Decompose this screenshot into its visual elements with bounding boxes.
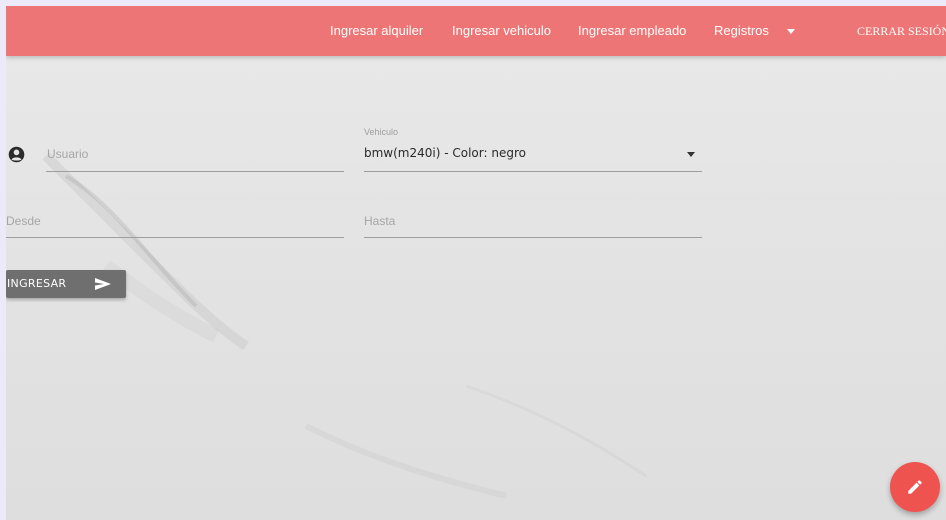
logout-link[interactable]: CERRAR SESIÓN <box>857 6 946 56</box>
nav-ingresar-alquiler[interactable]: Ingresar alquiler <box>330 6 423 56</box>
top-navbar: Ingresar alquiler Ingresar vehiculo Ingr… <box>6 6 946 56</box>
nav-registros[interactable]: Registros <box>714 6 769 56</box>
ingresar-button-label: INGRESAR <box>7 277 67 290</box>
nav-ingresar-vehiculo[interactable]: Ingresar vehiculo <box>452 6 551 56</box>
send-icon <box>95 278 111 290</box>
vehiculo-label: Vehiculo <box>364 127 399 137</box>
marble-background <box>42 152 647 499</box>
usuario-input[interactable]: Usuario <box>47 147 88 161</box>
app-frame: Ingresar alquiler Ingresar vehiculo Ingr… <box>6 6 946 520</box>
hasta-underline <box>364 237 702 238</box>
pencil-icon <box>908 480 922 494</box>
chevron-down-icon[interactable] <box>687 152 695 157</box>
desde-input[interactable]: Desde <box>6 214 41 228</box>
usuario-underline <box>46 171 344 172</box>
edit-fab-button[interactable] <box>890 462 940 512</box>
registros-chevron-down-icon[interactable] <box>787 29 795 34</box>
account-circle-icon <box>8 146 25 163</box>
hasta-input[interactable]: Hasta <box>364 214 395 228</box>
nav-ingresar-empleado[interactable]: Ingresar empleado <box>578 6 686 56</box>
vehiculo-select[interactable]: bmw(m240i) - Color: negro <box>364 146 526 160</box>
vehiculo-underline <box>364 171 702 172</box>
ingresar-button[interactable]: INGRESAR <box>6 270 126 298</box>
desde-underline <box>6 237 344 238</box>
